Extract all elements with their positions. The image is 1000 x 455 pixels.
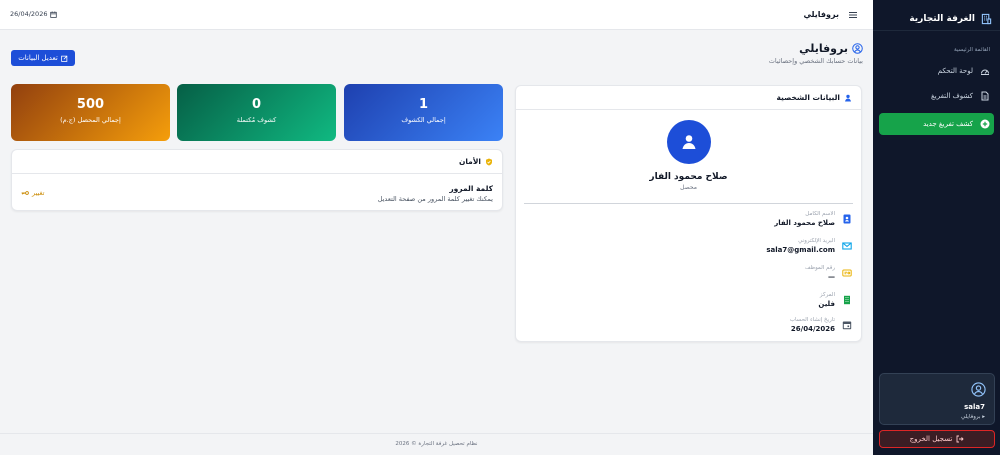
edit-profile-button[interactable]: تعديل البيانات — [11, 50, 75, 66]
stat-label: إجمالي المحصل (ج.م) — [60, 116, 121, 124]
stat-label: كشوف مُكتملة — [236, 116, 277, 124]
user-icon — [680, 133, 698, 151]
envelope-icon — [842, 241, 852, 251]
stat-card-total-collected: 500 إجمالي المحصل (ج.م) — [11, 84, 170, 141]
stat-label: إجمالي الكشوف — [401, 116, 446, 124]
user-circle-icon — [852, 43, 863, 54]
brand[interactable]: الغرفة التجارية — [881, 11, 992, 27]
info-label: المركز — [819, 292, 835, 298]
sidebar-item-dashboard[interactable]: لوحة التحكم — [879, 61, 994, 81]
user-avatar-icon — [971, 382, 986, 397]
security-header: الأمان — [12, 150, 502, 174]
info-row-fullname: الاسم الكامل صلاح محمود الفار — [525, 211, 852, 231]
profile-link-label: بروفايلي — [961, 414, 981, 420]
personal-data-header: البيانات الشخصية — [516, 86, 861, 110]
info-row-center: المركز فلين — [525, 292, 852, 312]
sidebar-divider — [873, 30, 1000, 31]
info-label: الاسم الكامل — [805, 211, 835, 217]
change-password-link[interactable]: تغيير — [21, 189, 44, 197]
sidebar-item-label: لوحة التحكم — [937, 67, 973, 75]
info-value: — — [828, 273, 835, 281]
edit-icon — [61, 55, 68, 62]
user-card: sala7 ▸ بروفايلي — [879, 373, 995, 425]
page-subtitle: بيانات حسابك الشخصي وإحصائيات — [768, 57, 863, 65]
profile-name: صلاح محمود الفار — [649, 172, 728, 182]
info-label: رقم الموظف — [805, 265, 835, 271]
security-title: الأمان — [458, 157, 481, 166]
info-row-created-date: تاريخ إنشاء الحساب 26/04/2026 — [525, 317, 852, 337]
topbar-date: 26/04/2026 — [10, 10, 58, 18]
topbar-date-text: 26/04/2026 — [10, 10, 48, 18]
stat-value: 0 — [251, 97, 262, 112]
calendar-icon — [50, 10, 58, 18]
page-header: بروفايلي بيانات حسابك الشخصي وإحصائيات — [769, 42, 863, 65]
password-description: يمكنك تغيير كلمة المرور من صفحة التعديل — [377, 195, 493, 203]
profile-role: محصل — [680, 184, 697, 191]
sidebar: الغرفة التجارية القائمة الرئيسية لوحة ال… — [873, 0, 1000, 455]
profile-link[interactable]: ▸ بروفايلي — [961, 414, 985, 420]
info-label: تاريخ إنشاء الحساب — [789, 317, 835, 323]
user-icon — [844, 94, 852, 102]
page-title-text: بروفايلي — [799, 42, 848, 55]
user-name: sala7 — [964, 403, 985, 411]
sidebar-item-new-report[interactable]: كشف تفريغ جديد — [879, 113, 994, 135]
info-row-email: البريد الإلكتروني sala7@gmail.com — [525, 238, 852, 258]
info-label: البريد الإلكتروني — [798, 238, 835, 244]
personal-data-title: البيانات الشخصية — [776, 93, 840, 102]
logout-label: تسجيل الخروج — [909, 435, 953, 443]
calendar-icon — [842, 320, 852, 330]
sidebar-item-label: كشف تفريغ جديد — [923, 120, 973, 128]
stat-value: 500 — [76, 97, 105, 112]
id-card-icon — [842, 214, 852, 224]
badge-icon — [842, 268, 852, 278]
profile-divider — [524, 203, 853, 204]
building-grid-icon — [981, 13, 992, 25]
key-icon — [21, 190, 29, 196]
logout-icon — [956, 435, 964, 443]
sidebar-item-reports[interactable]: كشوف التفريغ — [879, 86, 994, 106]
password-row: كلمة المرور يمكنك تغيير كلمة المرور من ص… — [21, 180, 493, 208]
personal-data-card: البيانات الشخصية صلاح محمود الفار محصل ا… — [515, 85, 862, 342]
security-card: الأمان كلمة المرور يمكنك تغيير كلمة المر… — [11, 149, 503, 211]
password-title: كلمة المرور — [449, 184, 493, 193]
topbar: بروفايلي 26/04/2026 — [0, 0, 873, 30]
stat-value: 1 — [418, 97, 429, 112]
topbar-title: بروفايلي — [803, 10, 839, 19]
info-row-employee-number: رقم الموظف — — [525, 265, 852, 285]
shield-icon — [485, 158, 493, 166]
dashboard-icon — [980, 66, 990, 76]
logout-button[interactable]: تسجيل الخروج — [879, 430, 995, 448]
sidebar-item-label: كشوف التفريغ — [931, 92, 973, 100]
document-icon — [980, 91, 990, 101]
info-value: فلين — [818, 300, 835, 308]
stat-card-completed-reports: 0 كشوف مُكتملة — [177, 84, 336, 141]
edit-profile-label: تعديل البيانات — [18, 54, 58, 62]
hamburger-icon[interactable] — [847, 9, 859, 21]
info-value: صلاح محمود الفار — [774, 219, 835, 227]
info-value: sala7@gmail.com — [766, 246, 835, 254]
page-title: بروفايلي — [769, 42, 863, 55]
info-value: 26/04/2026 — [790, 325, 835, 333]
stat-card-total-reports: 1 إجمالي الكشوف — [344, 84, 503, 141]
building-icon — [842, 295, 852, 305]
brand-name: الغرفة التجارية — [909, 14, 975, 24]
footer: نظام تحصيل غرفة التجارة © 2026 — [0, 433, 873, 455]
change-password-label: تغيير — [32, 189, 45, 197]
sidebar-section-label: القائمة الرئيسية — [953, 47, 990, 53]
plus-circle-icon — [980, 119, 990, 129]
profile-avatar — [666, 120, 711, 164]
